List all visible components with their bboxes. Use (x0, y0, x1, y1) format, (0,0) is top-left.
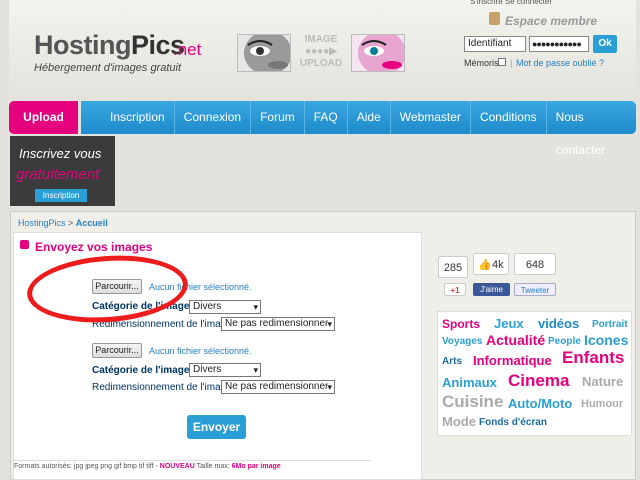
forgot-password-link[interactable]: Mot de passe oublié ? (516, 58, 604, 68)
nav-faq[interactable]: FAQ (305, 101, 348, 134)
thumbs-up-icon: 👍 (478, 259, 493, 271)
upload-illustration-label: IMAGE ●●●●▶ UPLOAD (293, 34, 349, 70)
tag-cuisine[interactable]: Cuisine (442, 392, 503, 412)
upload-panel-title: Envoyez vos images (35, 240, 153, 254)
submit-upload-button[interactable]: Envoyer (187, 415, 246, 439)
tag-voyages[interactable]: Voyages (442, 336, 482, 347)
tag-cinema[interactable]: Cinema (508, 371, 569, 391)
no-file-text: Aucun fichier sélectionné. (149, 346, 252, 356)
promo-line-1: Inscrivez vous (19, 146, 102, 161)
upload-word-image: IMAGE (304, 34, 338, 45)
formats-size-label: Taille max: (194, 463, 232, 470)
gplus-count: 285 (438, 256, 468, 278)
password-input[interactable]: ●●●●●●●●●●● (529, 36, 589, 52)
username-input[interactable]: Identifiant (464, 36, 526, 52)
resize-select[interactable]: Ne pas redimensionner (221, 317, 335, 331)
breadcrumb-separator: > (65, 218, 76, 228)
nav-aide[interactable]: Aide (348, 101, 391, 134)
tag-jeux[interactable]: Jeux (494, 316, 524, 331)
browse-button[interactable]: Parcourir... (92, 343, 142, 358)
tag-people[interactable]: People (548, 336, 581, 347)
nav-connexion[interactable]: Connexion (175, 101, 252, 134)
fb-count: 👍4k (473, 253, 509, 275)
promo-signup-button[interactable]: Inscription (35, 189, 87, 202)
nav-forum[interactable]: Forum (251, 101, 305, 134)
tag-videos[interactable]: vidéos (538, 316, 579, 331)
color-eye-image (351, 34, 405, 72)
tag-actualite[interactable]: Actualité (486, 332, 545, 348)
tweet-count: 648 (514, 253, 556, 275)
formats-new-badge: NOUVEAU (159, 463, 195, 470)
nav-webmaster[interactable]: Webmaster (391, 101, 471, 134)
tag-mode[interactable]: Mode (442, 414, 476, 429)
breadcrumb-root[interactable]: HostingPics (18, 218, 66, 228)
category-select[interactable]: Divers (189, 363, 261, 377)
tag-fonds-ecran[interactable]: Fonds d'écran (479, 417, 547, 428)
category-select[interactable]: Divers (189, 300, 261, 314)
site-tagline: Hébergement d'images gratuit (34, 62, 182, 74)
tag-nature[interactable]: Nature (582, 374, 623, 389)
nav-upload[interactable]: Upload (9, 101, 78, 134)
promo-line-2: gratuitement (16, 166, 100, 183)
login-ok-button[interactable]: Ok (593, 35, 617, 53)
formats-max-size: 6Mo par image (231, 463, 281, 470)
nav-conditions[interactable]: Conditions (471, 101, 547, 134)
tag-portrait[interactable]: Portrait (592, 319, 628, 330)
tag-icones[interactable]: Icones (584, 332, 628, 348)
remember-checkbox[interactable] (498, 58, 506, 66)
logo-hosting: Hosting (34, 30, 132, 60)
tweet-button[interactable]: Tweeter (514, 283, 556, 296)
gplus-button[interactable]: +1 (444, 283, 466, 296)
tag-enfants[interactable]: Enfants (562, 348, 624, 368)
tag-informatique[interactable]: Informatique (473, 353, 552, 368)
member-area-title: Espace membre (505, 14, 598, 28)
formats-text: Formats autorisés: jpg jpeg png gif bmp … (14, 463, 160, 470)
main-nav: Inscription Connexion Forum FAQ Aide Web… (81, 101, 636, 157)
resize-select[interactable]: Ne pas redimensionner (221, 380, 335, 394)
upload-arrow-icon: ●●●●▶ (305, 46, 337, 57)
fb-like-button[interactable]: J'aime (473, 283, 510, 296)
fb-count-value: 4k (492, 259, 504, 271)
top-links[interactable]: S'inscrire Se connecter (470, 0, 640, 6)
upload-word-upload: UPLOAD (299, 58, 343, 69)
tag-sports[interactable]: Sports (442, 317, 480, 331)
tag-animaux[interactable]: Animaux (442, 375, 497, 390)
allowed-formats-note: Formats autorisés: jpg jpeg png gif bmp … (14, 460, 371, 472)
logo-net: .net (173, 40, 202, 59)
breadcrumb-current: Accueil (75, 218, 108, 228)
tag-arts[interactable]: Arts (442, 356, 462, 367)
category-label: Catégorie de l'image : (92, 365, 196, 376)
nav-contact[interactable]: Nous contacter (547, 101, 636, 157)
tag-humour[interactable]: Humour (581, 398, 623, 410)
breadcrumb: HostingPics > Accueil (18, 218, 108, 228)
site-logo[interactable]: HostingPics (34, 30, 185, 61)
resize-label: Redimensionnement de l'image (92, 382, 232, 393)
grayscale-eye-image (237, 34, 291, 72)
arrow-right-icon (20, 240, 29, 249)
tag-auto-moto[interactable]: Auto/Moto (508, 396, 572, 411)
tag-cloud: Sports Jeux vidéos Portrait Voyages Actu… (437, 311, 632, 436)
lock-icon (489, 12, 500, 25)
login-separator: | (510, 58, 513, 68)
nav-inscription[interactable]: Inscription (81, 101, 175, 134)
